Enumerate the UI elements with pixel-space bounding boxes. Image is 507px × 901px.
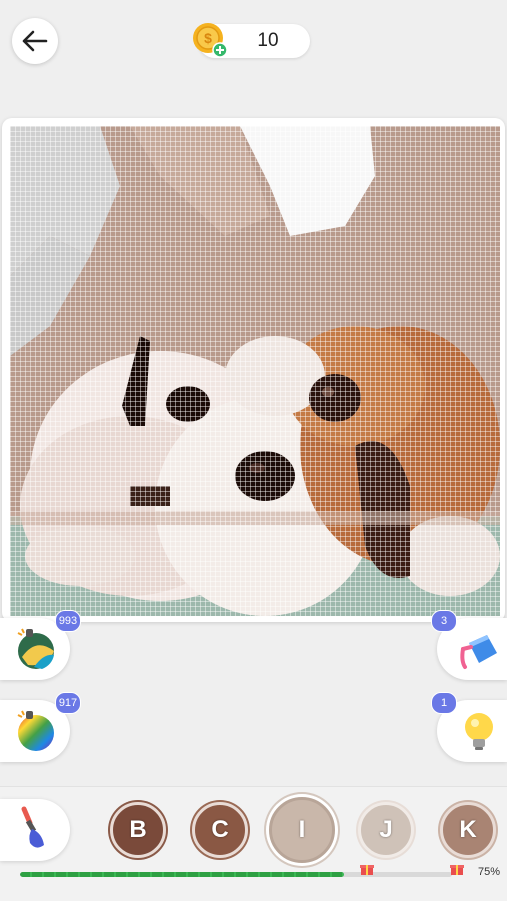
- hint-button[interactable]: 1: [431, 692, 507, 762]
- rainbow-bomb-count: 917: [55, 692, 81, 714]
- palette-bar: B C I J K: [0, 786, 507, 901]
- color-bomb-icon: [17, 628, 54, 669]
- progress-percent: 75%: [478, 866, 501, 878]
- lightbulb-icon: [465, 713, 493, 750]
- pixel-artwork[interactable]: [10, 126, 500, 616]
- svg-text:$: $: [204, 30, 212, 46]
- progress-bar: [20, 872, 452, 877]
- color-swatch-b[interactable]: B: [108, 800, 168, 860]
- canvas-frame: [2, 118, 505, 622]
- paintbrush-icon: [21, 806, 44, 848]
- puppy-picture: [10, 126, 500, 616]
- color-swatch-c[interactable]: C: [190, 800, 250, 860]
- coin-count: 10: [257, 30, 279, 51]
- color-swatch-j[interactable]: J: [356, 800, 416, 860]
- gift-icon[interactable]: [450, 862, 464, 876]
- color-swatch-j-label: J: [358, 802, 414, 858]
- color-swatch-i[interactable]: I: [266, 794, 338, 866]
- color-swatch-k[interactable]: K: [438, 800, 498, 860]
- coin-plus-icon: $: [193, 23, 228, 58]
- rainbow-bomb-icon: [17, 710, 54, 751]
- coin-balance[interactable]: $ 10: [193, 23, 310, 58]
- back-button[interactable]: [12, 18, 58, 64]
- color-swatch-c-label: C: [192, 802, 248, 858]
- color-bomb-button[interactable]: 993: [0, 610, 81, 680]
- hint-count: 1: [431, 692, 457, 714]
- gift-icon[interactable]: [360, 862, 374, 876]
- progress-fill: [20, 872, 344, 877]
- color-bomb-count: 993: [55, 610, 81, 632]
- paint-bucket-count: 3: [431, 610, 457, 632]
- rainbow-bomb-button[interactable]: 917: [0, 692, 81, 762]
- color-swatch-k-label: K: [440, 802, 496, 858]
- color-swatch-b-label: B: [110, 802, 166, 858]
- paint-bucket-button[interactable]: 3: [431, 610, 507, 680]
- arrow-left-icon: [22, 30, 48, 52]
- paint-bucket-icon: [460, 635, 497, 669]
- color-swatch-i-label: I: [269, 797, 335, 863]
- brush-button[interactable]: [0, 799, 70, 861]
